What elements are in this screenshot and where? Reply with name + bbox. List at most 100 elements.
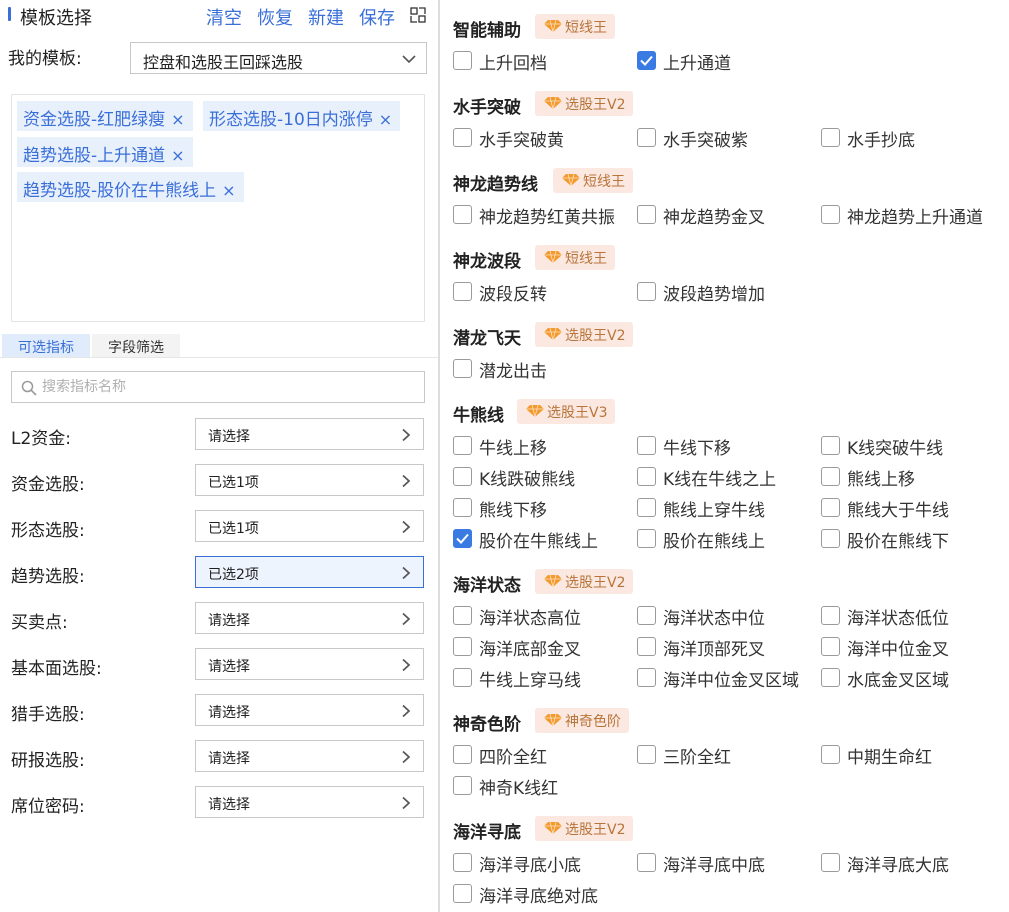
- option-label: 海洋底部金叉: [479, 640, 581, 660]
- chevron-right-icon: [402, 520, 411, 534]
- indicator-search: [11, 371, 425, 403]
- section-title: 智能辅助: [453, 21, 521, 41]
- section-title: 潜龙飞天: [453, 329, 521, 349]
- filter-select[interactable]: 请选择: [195, 602, 424, 634]
- option-label: 波段趋势增加: [663, 285, 765, 305]
- header-accent-bar: [8, 7, 11, 21]
- checkbox-icon: [453, 282, 472, 301]
- option-label: 熊线下移: [479, 501, 547, 521]
- chevron-right-icon: [402, 750, 411, 764]
- checkbox-icon: [637, 128, 656, 147]
- option-label: 波段反转: [479, 285, 547, 305]
- option-label: 海洋顶部死叉: [663, 640, 765, 660]
- tag-label: 资金选股-红肥绿瘦: [23, 110, 166, 130]
- option-label: 牛线上穿马线: [479, 671, 581, 691]
- indicator-tabs: 可选指标 字段筛选: [0, 334, 438, 358]
- version-badge: 选股王V2: [535, 322, 634, 347]
- badge-label: 选股王V2: [565, 97, 626, 113]
- new-button[interactable]: 新建: [308, 4, 344, 30]
- chevron-right-icon: [402, 658, 411, 672]
- option-label: 水手抄底: [847, 131, 915, 151]
- filter-select[interactable]: 请选择: [195, 740, 424, 772]
- section-title: 海洋状态: [453, 576, 521, 596]
- checkbox-icon: [821, 668, 840, 687]
- filter-label: 研报选股:: [11, 751, 85, 771]
- template-select[interactable]: 控盘和选股王回踩选股: [130, 42, 427, 74]
- clear-button[interactable]: 清空: [206, 4, 242, 30]
- checkbox-icon: [453, 51, 472, 70]
- tag-remove-icon[interactable]: ×: [171, 146, 184, 165]
- chevron-right-icon: [402, 704, 411, 718]
- filter-select[interactable]: 请选择: [195, 786, 424, 818]
- chevron-right-icon: [402, 474, 411, 488]
- option-label: 中期生命红: [847, 748, 932, 768]
- filter-value: 已选1项: [208, 521, 259, 537]
- filter-select[interactable]: 已选1项: [195, 510, 424, 542]
- filter-select[interactable]: 已选2项: [195, 556, 424, 588]
- checkbox-icon: [821, 637, 840, 656]
- tag-remove-icon[interactable]: ×: [222, 181, 235, 200]
- tag-remove-icon[interactable]: ×: [379, 110, 392, 129]
- checkbox-icon: [821, 745, 840, 764]
- checkbox-icon: [453, 498, 472, 517]
- option-label: 海洋寻底小底: [479, 856, 581, 876]
- checkbox-checked-icon: [453, 529, 472, 548]
- tab-field-filter[interactable]: 字段筛选: [92, 334, 180, 357]
- option-label: 熊线大于牛线: [847, 501, 949, 521]
- checkbox-icon: [637, 668, 656, 687]
- section-title: 水手突破: [453, 98, 521, 118]
- diamond-icon: [544, 97, 562, 109]
- filter-select[interactable]: 请选择: [195, 694, 424, 726]
- checkbox-icon: [821, 467, 840, 486]
- filter-row: L2资金: 请选择: [0, 418, 438, 452]
- badge-label: 选股王V2: [565, 822, 626, 838]
- checkbox-icon: [453, 436, 472, 455]
- option-label: 潜龙出击: [479, 362, 547, 382]
- checkbox-icon: [637, 436, 656, 455]
- expand-icon[interactable]: [410, 7, 426, 23]
- selected-tag: 资金选股-红肥绿瘦 ×: [17, 101, 193, 131]
- filter-value: 请选择: [208, 705, 250, 721]
- checkbox-icon: [637, 745, 656, 764]
- selected-tags-box: 资金选股-红肥绿瘦 × 形态选股-10日内涨停 × 趋势选股-上升通道 × 趋势选股-…: [11, 94, 425, 322]
- restore-button[interactable]: 恢复: [257, 4, 293, 30]
- filter-value: 请选择: [208, 751, 250, 767]
- chevron-right-icon: [402, 612, 411, 626]
- checkbox-icon: [453, 205, 472, 224]
- badge-label: 选股王V2: [565, 575, 626, 591]
- tag-remove-icon[interactable]: ×: [171, 110, 184, 129]
- diamond-icon: [544, 575, 562, 587]
- option-label: 水手突破紫: [663, 131, 748, 151]
- tab-available-indicators[interactable]: 可选指标: [2, 334, 90, 357]
- filter-value: 已选2项: [208, 567, 259, 583]
- filter-select[interactable]: 已选1项: [195, 464, 424, 496]
- badge-label: 短线王: [565, 20, 607, 36]
- search-icon: [21, 380, 37, 396]
- option-label: 三阶全红: [663, 748, 731, 768]
- option-label: 牛线下移: [663, 439, 731, 459]
- section-title: 海洋寻底: [453, 823, 521, 843]
- checkbox-icon: [453, 359, 472, 378]
- filter-row: 资金选股: 已选1项: [0, 464, 438, 498]
- filter-select[interactable]: 请选择: [195, 648, 424, 680]
- option-label: 海洋状态低位: [847, 609, 949, 629]
- template-label: 我的模板:: [8, 49, 82, 69]
- section-title: 神奇色阶: [453, 715, 521, 735]
- search-input[interactable]: [42, 376, 412, 398]
- option-label: 熊线上移: [847, 470, 915, 490]
- checkbox-icon: [453, 745, 472, 764]
- checkbox-icon: [637, 606, 656, 625]
- option-label: 神奇K线红: [479, 779, 559, 799]
- filter-value: 请选择: [208, 429, 250, 445]
- chevron-right-icon: [402, 566, 411, 580]
- option-label: K线在牛线之上: [663, 470, 777, 490]
- checkbox-icon: [821, 498, 840, 517]
- save-button[interactable]: 保存: [359, 4, 395, 30]
- filter-label: L2资金:: [11, 429, 72, 449]
- option-label: K线突破牛线: [847, 439, 944, 459]
- diamond-icon: [544, 714, 562, 726]
- filter-select[interactable]: 请选择: [195, 418, 424, 450]
- checkbox-icon: [821, 853, 840, 872]
- selected-tag: 形态选股-10日内涨停 ×: [203, 101, 401, 131]
- panel-header: 模板选择 清空 恢复 新建 保存: [0, 0, 438, 30]
